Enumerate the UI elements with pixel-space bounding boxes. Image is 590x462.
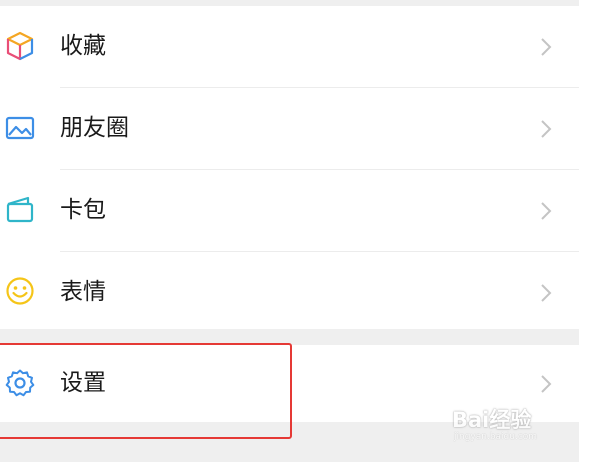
chevron-right-icon	[538, 372, 554, 396]
chevron-right-icon	[538, 35, 554, 59]
watermark-brand: Bai经验	[452, 408, 532, 432]
moments-picture-icon	[4, 112, 36, 144]
menu-item-card-wallet[interactable]: 卡包	[0, 170, 579, 251]
chevron-right-icon	[538, 199, 554, 223]
menu-group-main: 收藏 朋友圈 卡包 表情	[0, 6, 579, 329]
menu-item-label: 卡包	[60, 197, 106, 223]
menu-item-label: 收藏	[60, 33, 106, 59]
chevron-right-icon	[538, 117, 554, 141]
right-edge-strip	[579, 0, 590, 462]
menu-item-label: 朋友圈	[60, 115, 129, 141]
card-wallet-icon	[4, 194, 36, 226]
baidu-jingyan-watermark: Bai经验 jingyan.baidu.com	[452, 398, 572, 448]
chevron-right-icon	[538, 281, 554, 305]
favorites-cube-icon	[4, 30, 36, 62]
menu-item-favorites[interactable]: 收藏	[0, 6, 579, 87]
menu-item-label: 表情	[60, 279, 106, 305]
menu-item-stickers[interactable]: 表情	[0, 252, 579, 333]
watermark-url: jingyan.baidu.com	[454, 432, 538, 442]
settings-highlight-box	[0, 343, 292, 439]
smiley-face-icon	[4, 275, 36, 307]
menu-item-moments[interactable]: 朋友圈	[0, 88, 579, 169]
